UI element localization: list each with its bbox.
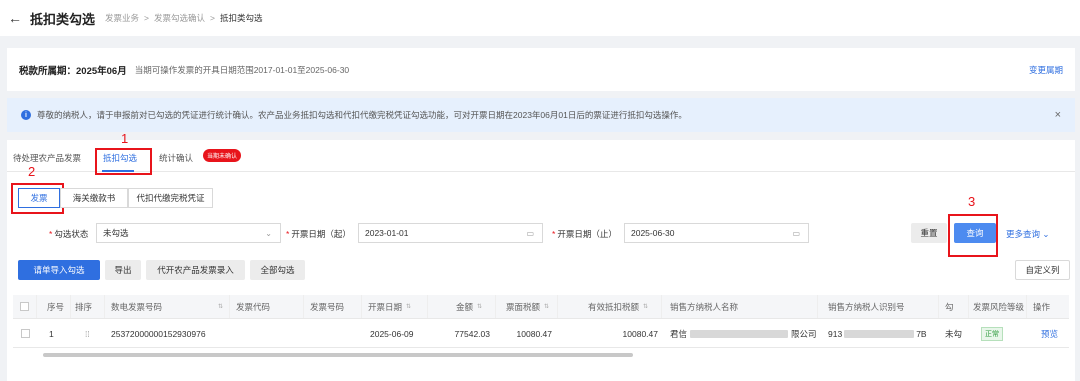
tab-bar: 待处理农产品发票 抵扣勾选 统计确认 当期未确认 — [7, 148, 1075, 172]
row-date: 2025-06-09 — [370, 328, 414, 339]
col-amount[interactable]: 金额 ⇅ — [428, 295, 496, 318]
row-amount: 77542.03 — [454, 328, 490, 339]
annotation-box-1 — [95, 148, 152, 175]
sort-icon: ⇅ — [477, 304, 483, 310]
status-label: * 勾选状态 — [49, 229, 89, 239]
custom-columns-button[interactable]: 自定义列 — [1015, 260, 1070, 280]
row-seller-id: 913 7B — [828, 328, 927, 339]
import-select-button[interactable]: 请单导入勾选 — [18, 260, 100, 280]
status-badge: 当期未确认 — [203, 149, 242, 162]
risk-badge: 正常 — [981, 326, 1003, 341]
annotation-3: 3 — [968, 194, 976, 209]
row-e-invoice-no: 25372000000152930976 — [111, 328, 206, 339]
export-button[interactable]: 导出 — [105, 260, 141, 280]
drag-handle-icon[interactable]: ⁞⁞ — [71, 320, 105, 347]
breadcrumb-item[interactable]: 发票业务 — [105, 13, 139, 23]
sort-icon: ⇅ — [406, 304, 412, 310]
main-panel: 待处理农产品发票 抵扣勾选 统计确认 当期未确认 1 2 3 发票 海关缴款书 … — [7, 131, 1075, 381]
tab-pending-agri[interactable]: 待处理农产品发票 — [13, 152, 81, 164]
agri-invoice-entry-button[interactable]: 代开农产品发票录入 — [146, 260, 245, 280]
col-e-invoice-no[interactable]: 数电发票号码 ⇅ — [105, 295, 230, 318]
row-select-status: 未勾 — [945, 328, 963, 339]
calendar-icon: ▭ — [526, 228, 534, 238]
row-index: 1 — [49, 328, 54, 339]
breadcrumb: 发票业务 > 发票勾选确认 > 抵扣类勾选 — [105, 13, 263, 23]
start-date-input[interactable]: 2023-01-01 ▭ — [358, 223, 543, 243]
col-seller-id: 销售方纳税人识别号 — [818, 295, 939, 318]
reset-button[interactable]: 重置 — [911, 223, 947, 243]
notice-banner: i 尊敬的纳税人，请于申报前对已勾选的凭证进行统计确认。农产品业务抵扣勾选和代扣… — [7, 98, 1075, 132]
col-seller-name: 销售方纳税人名称 — [662, 295, 818, 318]
select-all-button[interactable]: 全部勾选 — [250, 260, 305, 280]
segment-invoice[interactable]: 发票 — [18, 188, 60, 208]
redacted-block — [844, 329, 915, 338]
annotation-2: 2 — [28, 164, 36, 179]
scrollbar-thumb[interactable] — [43, 353, 633, 357]
end-date-label: * 开票日期（止） — [552, 229, 617, 239]
close-icon[interactable]: × — [1055, 109, 1061, 121]
col-deductible[interactable]: 有效抵扣税额 ⇅ — [558, 295, 662, 318]
change-period-link[interactable]: 变更属期 — [1029, 64, 1063, 76]
col-risk-level: 发票风险等级 — [969, 295, 1027, 318]
col-order: 排序 — [71, 295, 105, 318]
col-tax[interactable]: 票面税额 ⇅ — [496, 295, 558, 318]
preview-link[interactable]: 预览 — [1027, 320, 1069, 347]
breadcrumb-current: 抵扣类勾选 — [219, 13, 263, 23]
col-date[interactable]: 开票日期 ⇅ — [362, 295, 428, 318]
status-select[interactable]: 未勾选 ⌄ — [96, 223, 281, 243]
tax-period-label: 税款所属期：2025年06月 — [19, 65, 127, 77]
header-checkbox[interactable] — [13, 295, 37, 318]
page-title: 抵扣类勾选 — [30, 11, 96, 27]
col-action: 操作 — [1033, 301, 1051, 312]
tax-period-hint: 当期可操作发票的开具日期范围2017-01-01至2025-06-30 — [134, 64, 350, 75]
tax-period-bar: 税款所属期：2025年06月 当期可操作发票的开具日期范围2017-01-01至… — [7, 48, 1075, 91]
calendar-icon: ▭ — [792, 228, 800, 238]
row-risk-level: 正常 — [969, 320, 1027, 347]
sort-icon: ⇅ — [643, 304, 649, 310]
chevron-down-icon: ⌄ — [265, 228, 272, 238]
more-query-link[interactable]: 更多查询 ⌄ — [1006, 228, 1049, 240]
table-row[interactable]: 1 ⁞⁞ 25372000000152930976 2025-06-09 775… — [13, 320, 1069, 348]
col-invoice-code: 发票代码 — [230, 295, 304, 318]
query-button[interactable]: 查询 — [954, 223, 996, 243]
annotation-1: 1 — [121, 131, 129, 146]
sort-icon: ⇅ — [217, 304, 223, 310]
col-select-status: 勾 — [939, 295, 969, 318]
info-icon: i — [21, 110, 31, 120]
tab-stat-confirm[interactable]: 统计确认 — [159, 152, 193, 164]
segment-customs[interactable]: 海关缴款书 — [60, 188, 128, 208]
end-date-input[interactable]: 2025-06-30 ▭ — [624, 223, 809, 243]
notice-text: 尊敬的纳税人，请于申报前对已勾选的凭证进行统计确认。农产品业务抵扣勾选和代扣代缴… — [37, 110, 687, 120]
table-header: 序号 排序 数电发票号码 ⇅ 发票代码 发票号码 开票日期 ⇅ 金额 ⇅ 票面税额 ⇅ … — [13, 295, 1069, 319]
col-invoice-no: 发票号码 — [304, 295, 362, 318]
horizontal-scrollbar[interactable] — [13, 352, 1069, 358]
col-index: 序号 — [37, 295, 71, 318]
breadcrumb-item[interactable]: 发票勾选确认 — [154, 13, 205, 23]
start-date-label: * 开票日期（起） — [286, 229, 351, 239]
redacted-block — [690, 329, 789, 338]
sort-icon: ⇅ — [544, 304, 550, 310]
row-seller-name: 君信 限公司 — [670, 328, 817, 339]
top-bar: ← 抵扣类勾选 发票业务 > 发票勾选确认 > 抵扣类勾选 — [0, 0, 1080, 36]
row-checkbox[interactable] — [13, 320, 37, 347]
row-tax: 10080.47 — [516, 328, 552, 339]
row-deductible: 10080.47 — [622, 328, 658, 339]
arrow-left-icon[interactable]: ← — [8, 10, 22, 26]
segment-withholding[interactable]: 代扣代缴完税凭证 — [128, 188, 213, 208]
